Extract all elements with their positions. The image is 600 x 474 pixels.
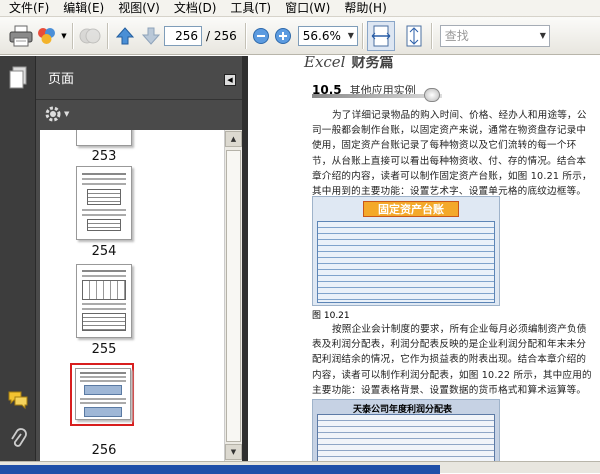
fit-width-icon — [371, 25, 391, 46]
arrow-down-icon — [141, 27, 161, 45]
page-thumbnail-label: 253 — [91, 149, 117, 164]
page-thumbnail[interactable] — [76, 166, 132, 240]
panel-options-row: ▼ — [36, 100, 242, 128]
menu-view[interactable]: 视图(V) — [111, 0, 167, 17]
scroll-up-button[interactable]: ▲ — [225, 131, 242, 147]
header-word: Excel — [304, 56, 346, 71]
page-number-input[interactable] — [164, 25, 202, 46]
collapse-panel-button[interactable]: ◀ — [224, 74, 236, 86]
figure-table — [317, 414, 495, 461]
zoom-value: 56.6% — [302, 28, 341, 43]
panel-title: 页面 — [48, 72, 75, 87]
chevron-left-icon: ◀ — [227, 76, 233, 84]
paragraph: 按照企业会计制度的要求，所有企业每月必须编制资产负债表及利润分配表，利润分配表反… — [312, 324, 592, 396]
pages-tab-button[interactable] — [8, 66, 28, 90]
previous-page-button[interactable] — [112, 23, 138, 49]
page-thumbnail[interactable] — [75, 368, 131, 420]
search-placeholder: 查找 — [444, 29, 469, 43]
chevron-down-icon: ▼ — [539, 31, 546, 40]
toolbar-separator — [244, 22, 246, 49]
toolbar-separator — [430, 22, 432, 49]
scroll-down-button[interactable]: ▼ — [225, 444, 242, 460]
single-page-view-button[interactable] — [366, 20, 395, 51]
chevron-down-icon: ▼ — [347, 31, 354, 40]
toolbar-separator — [72, 22, 73, 49]
figure-caption: 图 10.21 — [312, 311, 350, 321]
zoom-in-icon — [274, 27, 291, 44]
running-header: Excel 财务篇 — [304, 56, 393, 72]
zoom-out-button[interactable] — [250, 23, 272, 49]
figure-image: 天泰公司年度利润分配表 — [312, 399, 500, 461]
status-bar — [0, 461, 600, 474]
page-total-label: / 256 — [206, 28, 237, 43]
document-view[interactable]: Excel 财务篇 10.5 其他应用实例 为了详细记录物品的购入时间、价格、经办… — [248, 56, 600, 461]
panel-header: 页面 ◀ — [36, 56, 242, 100]
menu-window[interactable]: 窗口(W) — [278, 0, 337, 17]
figure-table — [317, 221, 495, 303]
chevron-down-icon: ▼ — [61, 31, 67, 40]
review-button[interactable] — [77, 23, 103, 49]
comments-tab-button[interactable] — [7, 390, 29, 410]
navigation-icon-strip — [0, 56, 36, 461]
menu-file[interactable]: 文件(F) — [2, 0, 56, 17]
menu-tools[interactable]: 工具(T) — [223, 0, 278, 17]
page-thumbnail-label: 254 — [91, 244, 117, 259]
fit-page-icon — [406, 25, 422, 46]
page-thumbnail[interactable] — [76, 130, 132, 146]
section-rule — [312, 94, 442, 98]
toolbar-separator — [361, 22, 363, 49]
pages-icon — [9, 66, 27, 89]
chevron-down-icon: ▼ — [64, 110, 70, 118]
thumbnail-list[interactable]: 253 254 255 256 — [40, 130, 224, 461]
pages-panel: 页面 ◀ ▼ 253 254 255 256 ▲ ▼ — [36, 56, 242, 461]
print-button[interactable] — [8, 23, 34, 49]
menu-help[interactable]: 帮助(H) — [337, 0, 393, 17]
comment-icon — [8, 391, 28, 410]
header-suffix: 财务篇 — [351, 56, 394, 71]
page-thumbnail-label: 256 — [91, 443, 117, 458]
paragraph: 为了详细记录物品的购入时间、价格、经办人和用途等，公司一般都会制作台账，以固定资… — [312, 110, 592, 198]
collaborate-button[interactable]: ▼ — [34, 23, 68, 49]
printer-icon — [9, 25, 33, 46]
menu-document[interactable]: 文档(D) — [167, 0, 224, 17]
figure-title: 固定资产台账 — [363, 201, 459, 217]
page-thumbnail-label: 255 — [91, 342, 117, 357]
page-thumbnail[interactable] — [76, 264, 132, 338]
fit-page-button[interactable] — [401, 23, 427, 49]
collaborate-icon — [38, 27, 56, 44]
gear-icon — [45, 106, 61, 122]
arrow-up-icon — [115, 26, 135, 44]
zoom-in-button[interactable] — [272, 23, 294, 49]
zoom-select[interactable]: 56.6% ▼ — [297, 25, 358, 46]
search-input[interactable]: 查找 ▼ — [439, 24, 550, 47]
menu-bar: 文件(F) 编辑(E) 视图(V) 文档(D) 工具(T) 窗口(W) 帮助(H… — [0, 0, 600, 17]
zoom-out-icon — [252, 27, 269, 44]
options-button[interactable]: ▼ — [44, 105, 69, 123]
attachments-tab-button[interactable] — [9, 428, 27, 450]
paperclip-icon — [11, 428, 27, 447]
review-icon — [79, 28, 101, 43]
section-rule-knob — [424, 88, 440, 102]
figure-image: 固定资产台账 — [312, 196, 500, 306]
next-page-button[interactable] — [138, 23, 164, 49]
toolbar-separator — [107, 22, 108, 49]
menu-edit[interactable]: 编辑(E) — [56, 0, 111, 17]
scrollbar-thumb[interactable] — [226, 150, 241, 442]
thumbnail-scrollbar[interactable]: ▲ ▼ — [224, 130, 242, 461]
toolbar: ▼ / 256 56.6% ▼ — [0, 17, 600, 55]
